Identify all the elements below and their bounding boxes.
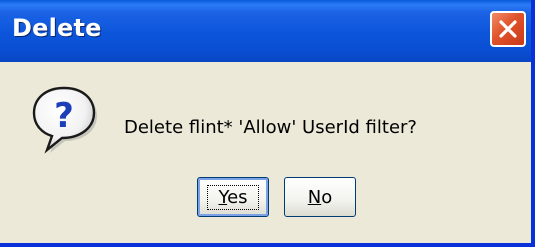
yes-mnemonic: Y xyxy=(218,186,228,208)
no-button-label: No xyxy=(308,187,332,208)
title-bar[interactable]: Delete xyxy=(0,0,531,62)
yes-button-label: Yes xyxy=(207,184,259,210)
dialog-body: ? Delete flint* 'Allow' UserId filter? Y… xyxy=(0,62,531,243)
no-label-rest: o xyxy=(321,186,333,208)
no-button[interactable]: No xyxy=(284,177,356,217)
question-icon: ? xyxy=(32,86,97,154)
close-button[interactable] xyxy=(490,11,526,47)
yes-label-rest: es xyxy=(227,186,248,208)
no-mnemonic: N xyxy=(307,186,322,208)
close-icon xyxy=(499,20,517,38)
dialog-title: Delete xyxy=(12,14,102,42)
svg-text:?: ? xyxy=(54,96,74,136)
dialog-message: Delete flint* 'Allow' UserId filter? xyxy=(124,117,417,138)
yes-button[interactable]: Yes xyxy=(197,177,269,217)
delete-dialog: Delete ? Delete flint* 'Allow' UserId fi… xyxy=(0,0,535,247)
